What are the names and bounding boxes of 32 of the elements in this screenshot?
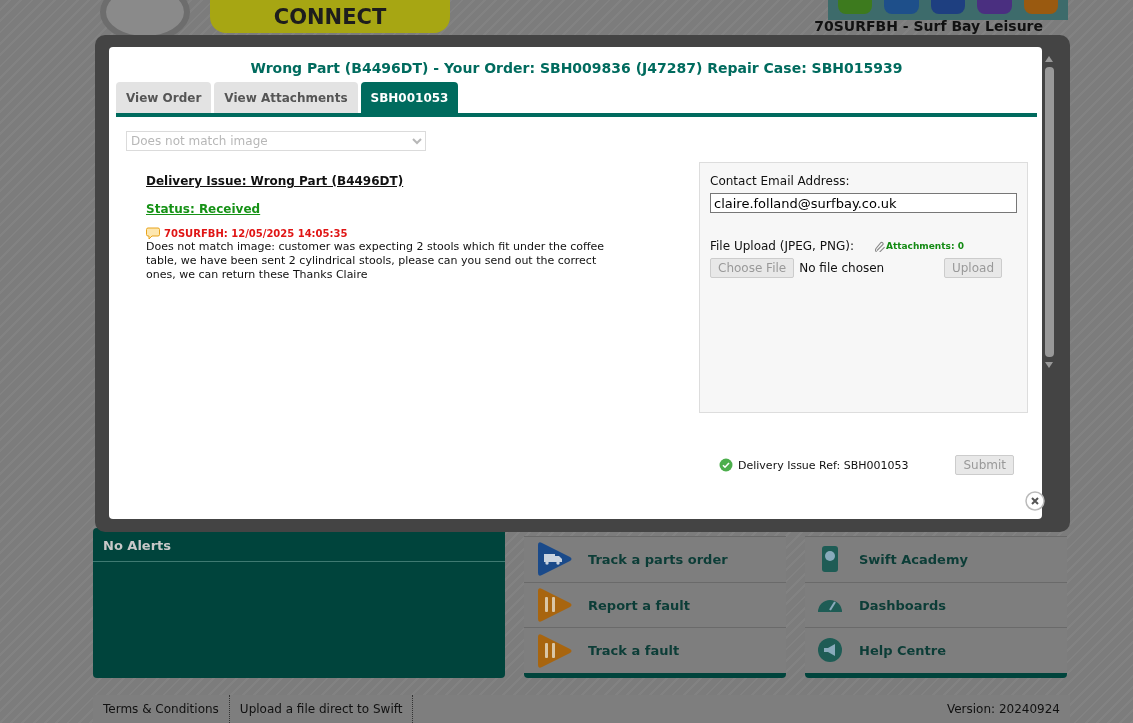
status-link[interactable]: Status: Received: [146, 202, 699, 216]
footer-link[interactable]: Terms & Conditions: [93, 695, 230, 723]
account-name: 70SURFBH - Surf Bay Leisure: [814, 18, 1043, 34]
scroll-up-icon[interactable]: [1044, 55, 1054, 63]
menu-item[interactable]: Swift Academy: [805, 536, 1067, 582]
menu-item[interactable]: Track a fault: [524, 627, 786, 673]
menu-item[interactable]: Report a fault: [524, 581, 786, 628]
issue-ref: Delivery Issue Ref: SBH001053: [738, 458, 909, 472]
close-icon[interactable]: [1025, 491, 1045, 511]
paperclip-icon: [873, 240, 886, 252]
menu-item[interactable]: Dashboards: [805, 581, 1067, 628]
file-status: No file chosen: [799, 261, 885, 275]
footer-link[interactable]: Upload a file direct to Swift: [229, 695, 414, 723]
scroll-down-icon[interactable]: [1044, 361, 1054, 369]
email-field[interactable]: claire.folland@surfbay.co.uk: [710, 193, 1017, 213]
email-label: Contact Email Address:: [710, 174, 851, 188]
attachments-count: Attachments: 0: [885, 241, 964, 251]
connect-logo: CONNECT: [210, 0, 450, 33]
modal-title: Wrong Part (B4496DT) - Your Order: SBH009836 (J47287) Repair Case: SBH015939: [249, 60, 904, 76]
upload-label: File Upload (JPEG, PNG):: [710, 239, 854, 253]
tab[interactable]: View Attachments: [214, 82, 358, 113]
menu-item[interactable]: Track a parts order: [524, 536, 786, 582]
comment-icon: [146, 227, 160, 240]
tab[interactable]: View Order: [116, 82, 212, 113]
alerts-title: No Alerts: [93, 528, 505, 562]
check-icon: [719, 458, 733, 472]
issue-heading: Delivery Issue: Wrong Part (B4496DT): [146, 174, 405, 188]
version-label: Version: 20240924: [946, 702, 1061, 716]
comment-author-time: 70SURFBH: 12/05/2025 14:05:35: [164, 228, 348, 239]
tab[interactable]: SBH001053: [360, 82, 459, 113]
menu-item[interactable]: Help Centre: [805, 627, 1067, 673]
comment-text: Does not match image: customer was expecting 2 stools which fit under the coffee table, we have been sent 2 cylindrical stools, please can you send out the correct ones, we can return these Thanks Claire: [146, 240, 606, 282]
